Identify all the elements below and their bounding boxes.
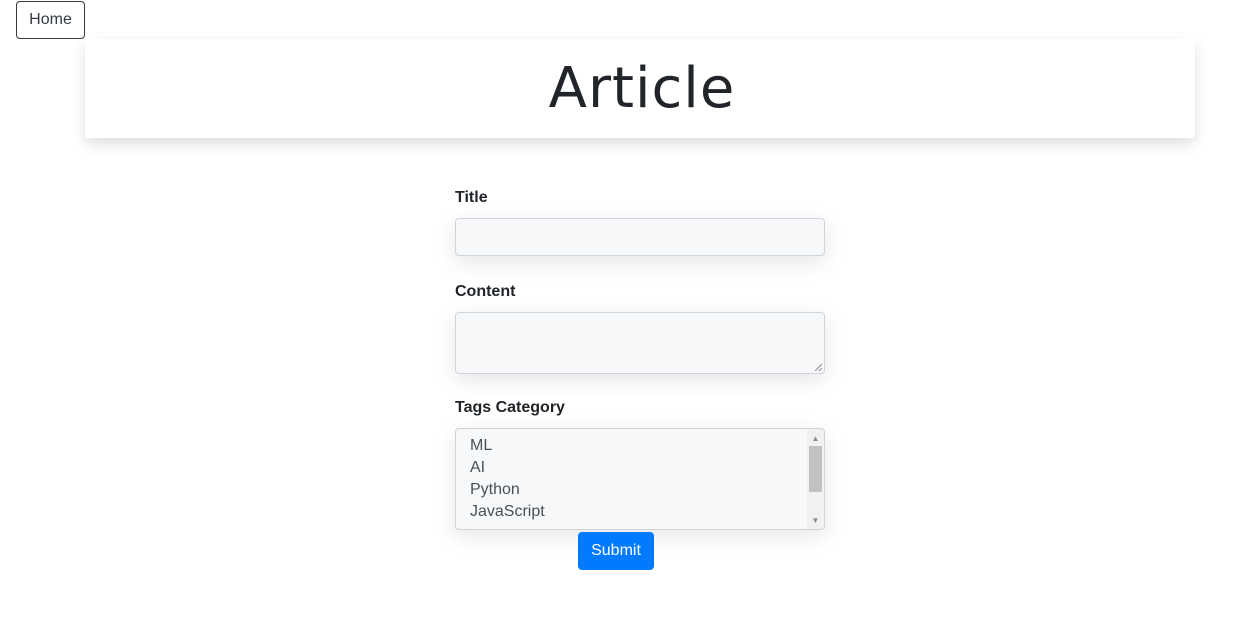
tag-option[interactable]: ML: [470, 435, 545, 457]
title-input[interactable]: [455, 218, 825, 256]
content-textarea[interactable]: [455, 312, 825, 374]
submit-button[interactable]: Submit: [578, 532, 654, 570]
tags-select[interactable]: ML AI Python JavaScript ▲ ▼: [455, 428, 825, 530]
scroll-down-icon[interactable]: ▼: [807, 513, 824, 527]
scroll-up-icon[interactable]: ▲: [807, 431, 824, 445]
resize-grip-icon[interactable]: [814, 363, 822, 371]
content-label: Content: [455, 283, 516, 300]
tag-option[interactable]: AI: [470, 457, 545, 479]
title-label: Title: [455, 189, 488, 206]
tags-options: ML AI Python JavaScript: [470, 435, 545, 523]
home-button[interactable]: Home: [16, 1, 85, 39]
tags-scrollbar[interactable]: ▲ ▼: [807, 429, 824, 529]
scroll-thumb[interactable]: [809, 446, 822, 492]
article-form: Title Content Tags Category ML AI Python…: [455, 186, 825, 530]
page-title: Article: [548, 56, 736, 121]
tag-option[interactable]: JavaScript: [470, 501, 545, 523]
tags-label: Tags Category: [455, 399, 565, 416]
tag-option[interactable]: Python: [470, 479, 545, 501]
header-card: Article: [85, 39, 1195, 138]
